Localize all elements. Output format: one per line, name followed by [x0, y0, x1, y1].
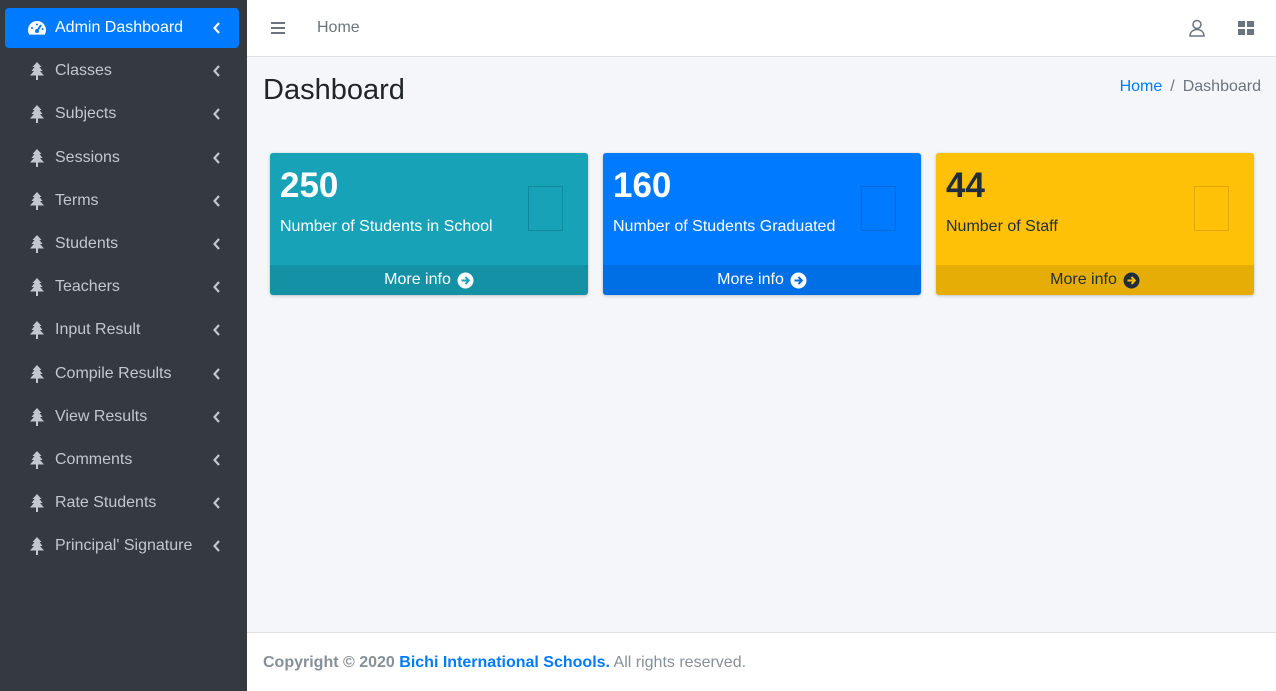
- hamburger-icon[interactable]: [269, 19, 287, 37]
- sidebar-item-admin-dashboard[interactable]: Admin Dashboard: [5, 8, 239, 48]
- page-title: Dashboard: [263, 74, 405, 106]
- top-navbar: Home: [247, 0, 1276, 57]
- stat-description: Number of Students Graduated: [613, 218, 836, 235]
- stat-description: Number of Students in School: [280, 218, 493, 235]
- sidebar-item-compile-results[interactable]: Compile Results: [5, 354, 239, 394]
- sidebar-item-teachers[interactable]: Teachers: [5, 267, 239, 307]
- footer-school-link[interactable]: Bichi International Schools.: [399, 654, 610, 671]
- sidebar-item-label: Comments: [55, 451, 133, 468]
- tachometer-icon: [24, 18, 50, 38]
- arrow-circle-right-icon: [790, 272, 807, 289]
- more-info-label: More info: [384, 271, 451, 288]
- more-info-label: More info: [1050, 271, 1117, 288]
- chevron-left-icon: [207, 234, 227, 254]
- sidebar-item-label: Classes: [55, 62, 112, 79]
- tree-icon: [24, 493, 50, 513]
- sidebar-item-label: Admin Dashboard: [55, 19, 184, 36]
- chevron-left-icon: [207, 104, 227, 124]
- sidebar-item-principal-signature[interactable]: Principal' Signature: [5, 526, 239, 566]
- more-info-link[interactable]: More info: [270, 265, 588, 295]
- tree-icon: [24, 536, 50, 556]
- sidebar-item-label: Terms: [55, 192, 99, 209]
- sidebar: Admin Dashboard Classes Subjects Session…: [0, 0, 247, 691]
- placeholder-icon: [861, 186, 896, 231]
- sidebar-item-rate-students[interactable]: Rate Students: [5, 483, 239, 523]
- footer-copyright: Copyright © 2020: [263, 654, 395, 671]
- tree-icon: [24, 148, 50, 168]
- sidebar-item-label: Rate Students: [55, 494, 157, 511]
- chevron-left-icon: [207, 277, 227, 297]
- page-footer: Copyright © 2020 Bichi International Sch…: [247, 632, 1276, 691]
- chevron-left-icon: [207, 364, 227, 384]
- tree-icon: [24, 234, 50, 254]
- stat-card-staff: 44 Number of Staff More info: [936, 153, 1254, 295]
- more-info-link[interactable]: More info: [603, 265, 921, 295]
- sidebar-item-input-result[interactable]: Input Result: [5, 310, 239, 350]
- sidebar-item-label: Compile Results: [55, 365, 172, 382]
- chevron-left-icon: [207, 493, 227, 513]
- sidebar-item-view-results[interactable]: View Results: [5, 397, 239, 437]
- sidebar-item-label: Teachers: [55, 278, 120, 295]
- grid-icon[interactable]: [1237, 19, 1255, 37]
- chevron-left-icon: [207, 450, 227, 470]
- chevron-left-icon: [207, 407, 227, 427]
- chevron-left-icon: [207, 148, 227, 168]
- chevron-left-icon: [207, 191, 227, 211]
- tree-icon: [24, 191, 50, 211]
- sidebar-item-classes[interactable]: Classes: [5, 51, 239, 91]
- stat-number: 250: [280, 166, 339, 205]
- stat-card-students-in-school: 250 Number of Students in School More in…: [270, 153, 588, 295]
- stat-card-students-graduated: 160 Number of Students Graduated More in…: [603, 153, 921, 295]
- breadcrumb-home-link[interactable]: Home: [1120, 78, 1163, 95]
- stat-number: 160: [613, 166, 672, 205]
- arrow-circle-right-icon: [1123, 272, 1140, 289]
- tree-icon: [24, 407, 50, 427]
- sidebar-item-label: Sessions: [55, 149, 120, 166]
- more-info-link[interactable]: More info: [936, 265, 1254, 295]
- sidebar-item-label: View Results: [55, 408, 148, 425]
- placeholder-icon: [1194, 186, 1229, 231]
- sidebar-item-comments[interactable]: Comments: [5, 440, 239, 480]
- tree-icon: [24, 364, 50, 384]
- sidebar-item-label: Subjects: [55, 105, 117, 122]
- breadcrumb: Home / Dashboard: [1120, 78, 1261, 96]
- sidebar-item-terms[interactable]: Terms: [5, 181, 239, 221]
- sidebar-item-subjects[interactable]: Subjects: [5, 94, 239, 134]
- more-info-label: More info: [717, 271, 784, 288]
- tree-icon: [24, 320, 50, 340]
- arrow-circle-right-icon: [457, 272, 474, 289]
- chevron-left-icon: [207, 61, 227, 81]
- sidebar-item-sessions[interactable]: Sessions: [5, 138, 239, 178]
- user-icon[interactable]: [1187, 18, 1207, 38]
- footer-text: Copyright © 2020 Bichi International Sch…: [263, 654, 746, 672]
- tree-icon: [24, 104, 50, 124]
- sidebar-item-label: Principal' Signature: [55, 537, 193, 554]
- breadcrumb-current: Dashboard: [1182, 78, 1261, 95]
- chevron-left-icon: [207, 320, 227, 340]
- chevron-left-icon: [207, 536, 227, 556]
- footer-rights: All rights reserved.: [613, 654, 747, 671]
- breadcrumb-separator: /: [1170, 78, 1175, 95]
- stat-number: 44: [946, 166, 985, 205]
- stat-description: Number of Staff: [946, 218, 1058, 235]
- tree-icon: [24, 61, 50, 81]
- placeholder-icon: [528, 186, 563, 231]
- chevron-left-icon: [207, 18, 227, 38]
- sidebar-item-label: Input Result: [55, 321, 141, 338]
- tree-icon: [24, 277, 50, 297]
- sidebar-item-students[interactable]: Students: [5, 224, 239, 264]
- sidebar-item-label: Students: [55, 235, 119, 252]
- top-home-link[interactable]: Home: [317, 19, 360, 37]
- tree-icon: [24, 450, 50, 470]
